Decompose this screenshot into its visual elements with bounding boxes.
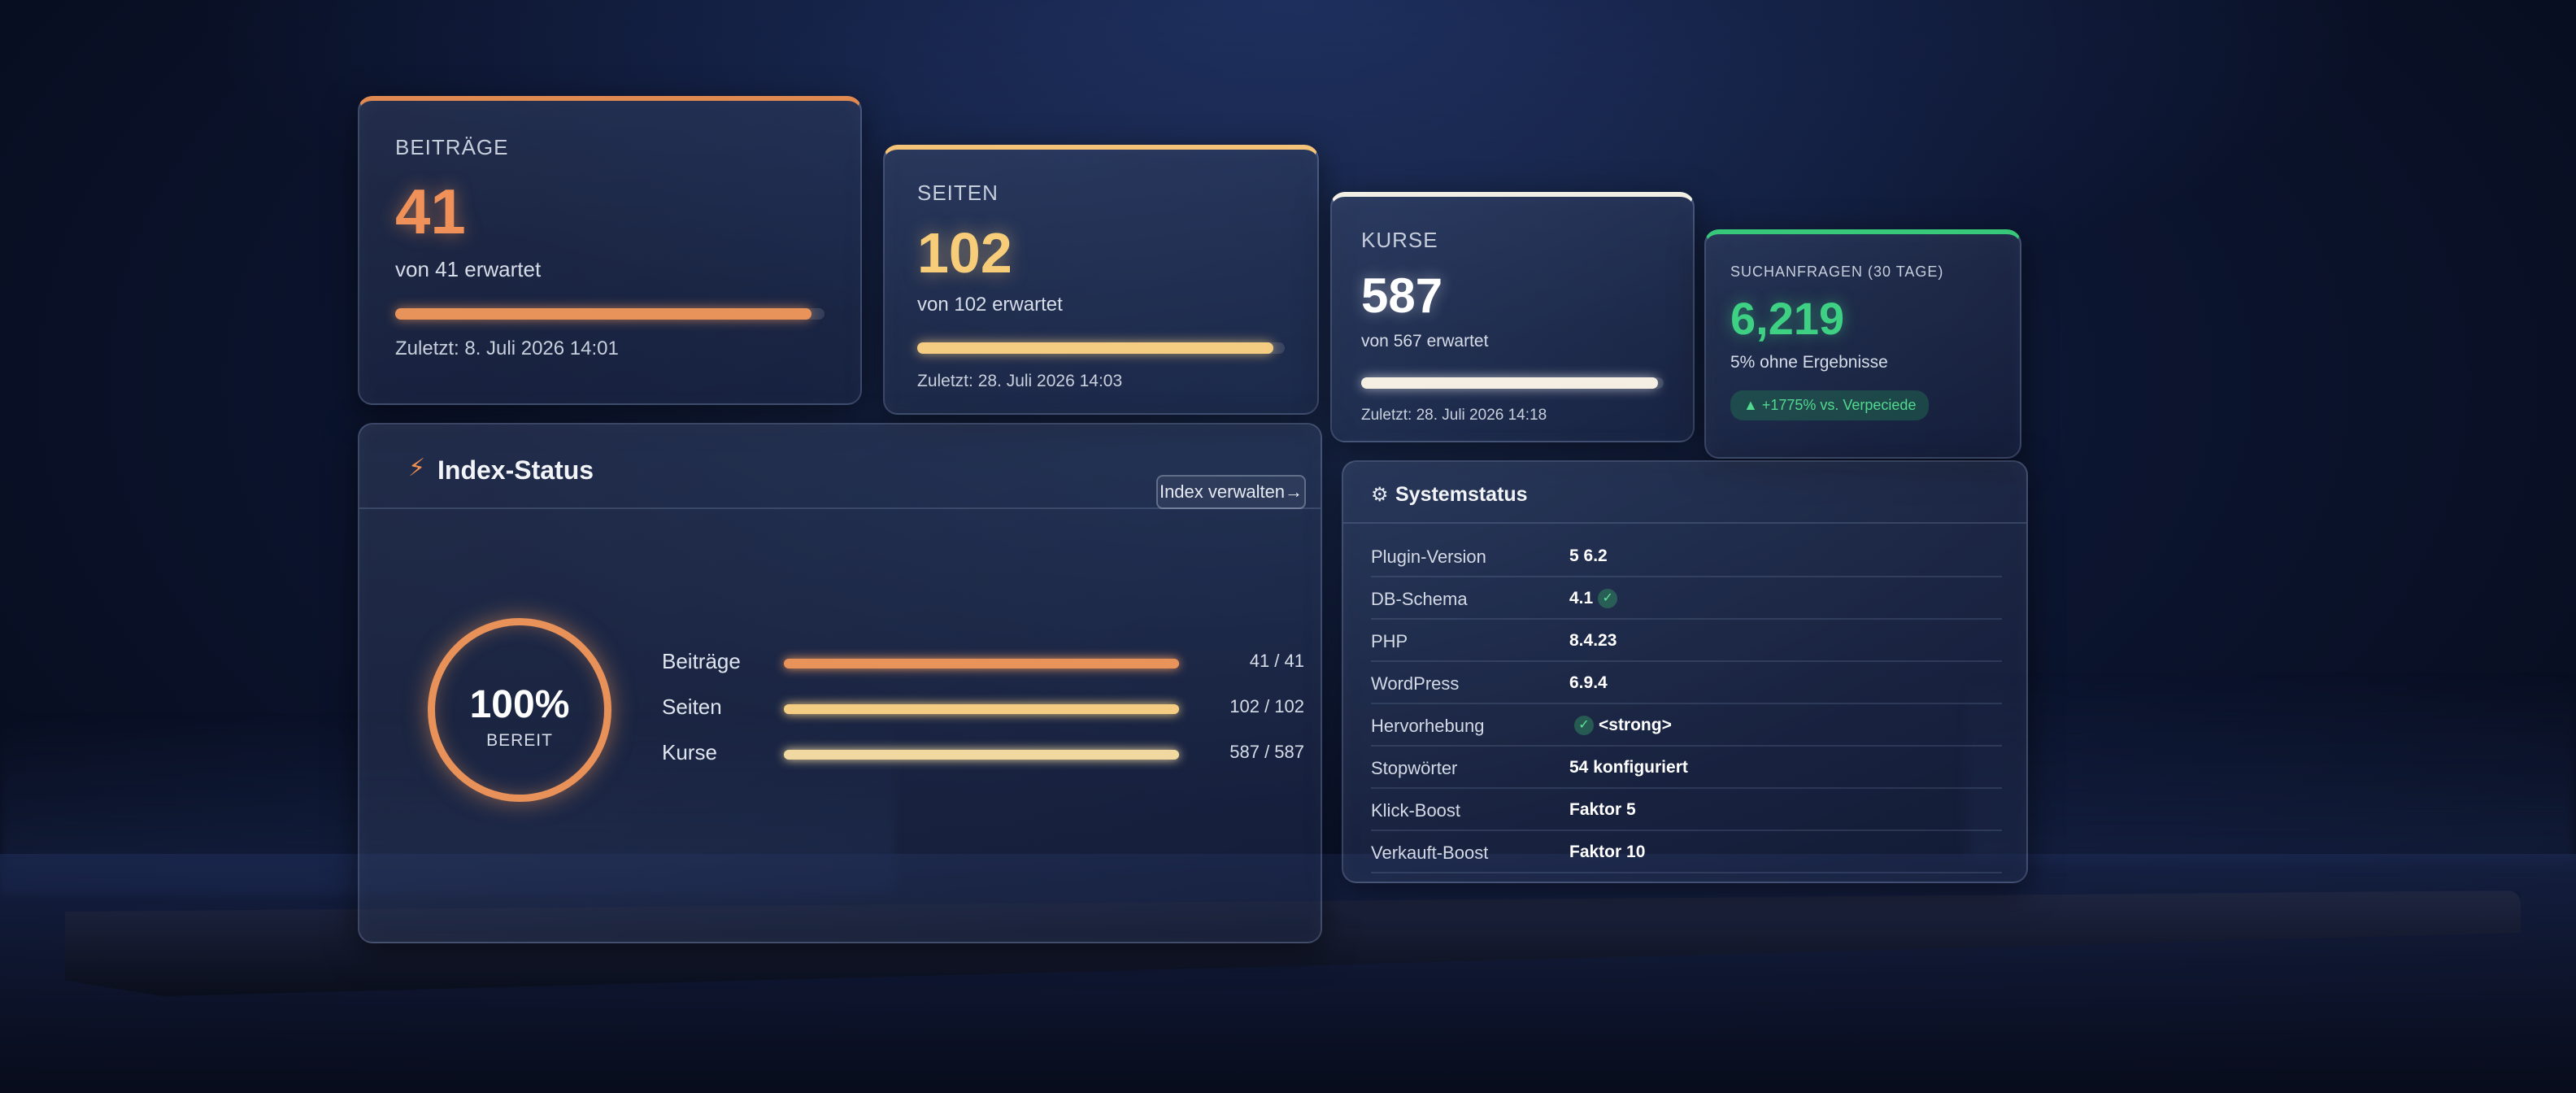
card-label: SUCHANFRAGEN (30 TAGE) bbox=[1730, 263, 1944, 280]
index-row-bar bbox=[784, 704, 1179, 714]
system-title: Systemstatus bbox=[1395, 483, 1528, 506]
index-row-fill bbox=[784, 750, 1179, 760]
index-title: Index-Status bbox=[437, 455, 594, 485]
system-row: WordPress 6.9.4 bbox=[1371, 664, 2002, 704]
system-row-value: 5 6.2 bbox=[1569, 546, 1608, 566]
system-row-key: Stopwörter bbox=[1371, 758, 1458, 778]
index-row-bar bbox=[784, 659, 1179, 668]
progress-fill bbox=[395, 308, 812, 320]
system-row-key: Hervorhebung bbox=[1371, 716, 1485, 736]
progress-fill bbox=[1361, 377, 1658, 389]
index-row-beitraege: Beiträge 41 / 41 bbox=[662, 646, 1304, 678]
system-header: ⚙ Systemstatus bbox=[1343, 462, 2026, 524]
index-row-label: Beiträge bbox=[662, 649, 741, 673]
index-row-seiten: Seiten 102 / 102 bbox=[662, 691, 1304, 724]
card-label: KURSE bbox=[1361, 228, 1438, 252]
system-row-value-text: <strong> bbox=[1599, 716, 1672, 734]
card-expected: von 41 erwartet bbox=[395, 257, 542, 281]
card-expected: von 567 erwartet bbox=[1361, 332, 1489, 351]
system-row-value: 4.1 ✓ bbox=[1569, 589, 1622, 609]
card-last-updated: Zuletzt: 8. Juli 2026 14:01 bbox=[395, 337, 619, 359]
system-row-value-text: 4.1 bbox=[1569, 589, 1594, 607]
card-last-updated: Zuletzt: 28. Juli 2026 14:03 bbox=[917, 372, 1123, 390]
background-city-right bbox=[1968, 675, 2576, 862]
system-row-key: WordPress bbox=[1371, 673, 1460, 694]
progress-fill bbox=[917, 342, 1274, 354]
system-row-value: 8.4.23 bbox=[1569, 631, 1617, 651]
readiness-label: BEREIT bbox=[486, 731, 553, 750]
progress-bar bbox=[395, 308, 825, 320]
system-row: Plugin-Version 5 6.2 bbox=[1371, 537, 2002, 577]
index-row-count: 587 / 587 bbox=[1229, 742, 1304, 762]
card-label: SEITEN bbox=[917, 181, 999, 205]
system-status-panel: ⚙ Systemstatus Plugin-Version 5 6.2 DB-Sch… bbox=[1342, 460, 2028, 883]
system-row-value: Faktor 5 bbox=[1569, 800, 1636, 820]
card-label: BEITRÄGE bbox=[395, 135, 509, 159]
system-row-value: 6.9.4 bbox=[1569, 673, 1608, 693]
index-row-fill bbox=[784, 659, 1179, 668]
card-value: 102 bbox=[917, 221, 1012, 285]
system-row-value: ✓ <strong> bbox=[1569, 716, 1672, 736]
system-row-value-text: Faktor 5 bbox=[1569, 800, 1636, 819]
trend-badge: ▲ +1775% vs. Verpeciede bbox=[1730, 390, 1930, 420]
system-row-key: DB-Schema bbox=[1371, 589, 1468, 609]
system-row: Stopwörter 54 konfiguriert bbox=[1371, 748, 2002, 789]
index-row-count: 102 / 102 bbox=[1229, 696, 1304, 716]
readiness-ring: 100% BEREIT bbox=[428, 618, 611, 802]
system-row-key: Verkauft-Boost bbox=[1371, 843, 1489, 863]
system-row-key: Klick-Boost bbox=[1371, 800, 1461, 821]
system-row: PHP 8.4.23 bbox=[1371, 621, 2002, 662]
system-row-value: 54 konfiguriert bbox=[1569, 758, 1688, 777]
system-row: Hervorhebung ✓ <strong> bbox=[1371, 706, 2002, 747]
readiness-value: 100% bbox=[469, 683, 570, 726]
card-no-results: 5% ohne Ergebnisse bbox=[1730, 353, 1888, 372]
card-expected: von 102 erwartet bbox=[917, 294, 1063, 316]
card-value: 41 bbox=[395, 176, 466, 247]
index-header: ⚡ Index-Status Index verwalten→ bbox=[359, 425, 1321, 509]
system-row: Klick-Boost Faktor 5 bbox=[1371, 790, 2002, 831]
index-row-label: Seiten bbox=[662, 695, 722, 719]
stat-card-seiten: SEITEN 102 von 102 erwartet Zuletzt: 28.… bbox=[883, 145, 1319, 415]
system-row-key: PHP bbox=[1371, 631, 1408, 651]
system-row-key: Plugin-Version bbox=[1371, 546, 1486, 567]
stat-card-kurse: KURSE 587 von 567 erwartet Zuletzt: 28. … bbox=[1330, 192, 1695, 442]
system-row: Verkauft-Boost Faktor 10 bbox=[1371, 833, 2002, 873]
system-row-value-text: 6.9.4 bbox=[1569, 673, 1608, 692]
stat-card-suchanfragen: SUCHANFRAGEN (30 TAGE) 6,219 5% ohne Erg… bbox=[1704, 229, 2021, 459]
index-status-panel: ⚡ Index-Status Index verwalten→ 100% BER… bbox=[358, 423, 1322, 943]
bolt-icon: ⚡ bbox=[408, 455, 426, 481]
index-row-label: Kurse bbox=[662, 740, 717, 764]
system-row: DB-Schema 4.1 ✓ bbox=[1371, 579, 2002, 620]
index-row-kurse: Kurse 587 / 587 bbox=[662, 737, 1304, 769]
card-last-updated: Zuletzt: 28. Juli 2026 14:18 bbox=[1361, 407, 1547, 424]
check-icon: ✓ bbox=[1574, 716, 1594, 736]
progress-bar bbox=[917, 342, 1285, 354]
gear-icon: ⚙ bbox=[1371, 484, 1389, 506]
system-row-value: Faktor 10 bbox=[1569, 843, 1645, 862]
index-row-count: 41 / 41 bbox=[1249, 651, 1304, 671]
stat-card-beitraege: BEITRÄGE 41 von 41 erwartet Zuletzt: 8. … bbox=[358, 96, 862, 405]
index-row-bar bbox=[784, 750, 1179, 760]
card-value: 6,219 bbox=[1730, 293, 1845, 344]
card-value: 587 bbox=[1361, 268, 1443, 323]
system-row-value-text: 54 konfiguriert bbox=[1569, 758, 1688, 777]
system-row-value-text: 5 6.2 bbox=[1569, 546, 1608, 565]
check-icon: ✓ bbox=[1598, 589, 1618, 609]
progress-bar bbox=[1361, 377, 1664, 389]
manage-index-button[interactable]: Index verwalten→ bbox=[1156, 475, 1306, 509]
system-row-value-text: Faktor 10 bbox=[1569, 843, 1646, 861]
system-row-value-text: 8.4.23 bbox=[1569, 631, 1617, 650]
index-row-fill bbox=[784, 704, 1179, 714]
